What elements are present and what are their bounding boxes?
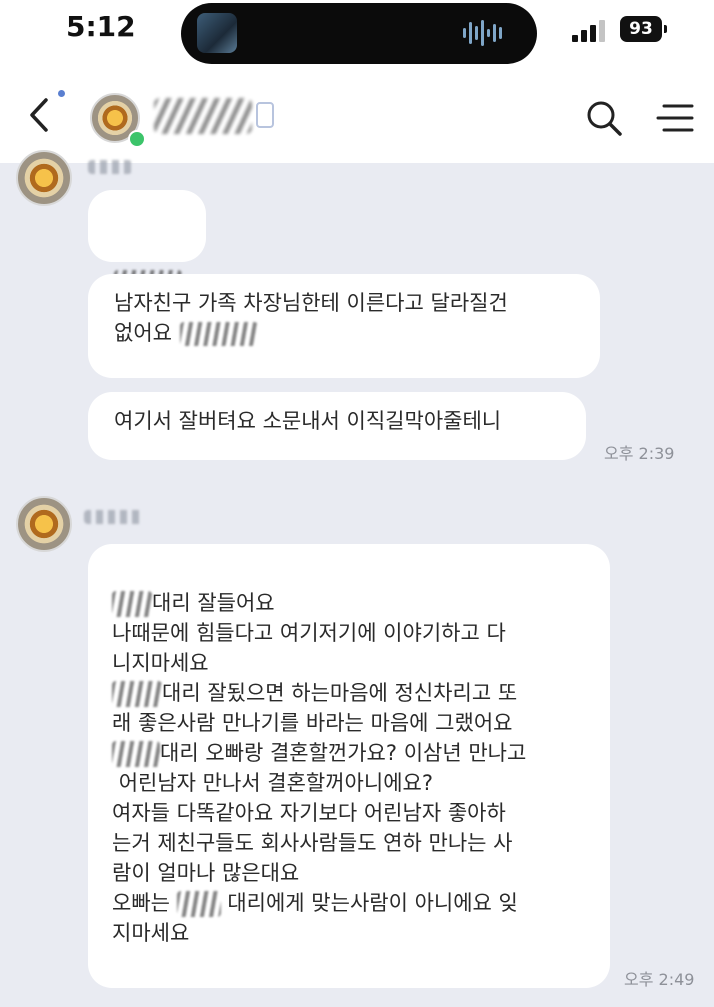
message-line: 오빠는 [112, 891, 170, 915]
menu-icon [656, 104, 694, 132]
message-bubble[interactable]: 남자친구 가족 차장님한테 이른다고 달라질건 없어요 [88, 274, 600, 378]
message-text: 여기서 잘버텨요 소문내서 이직길막아줄테니 [114, 409, 502, 433]
signal-icon [572, 20, 608, 42]
redacted-contact-name [154, 98, 252, 134]
message-line: 대리 잘됬으면 하는마음에 정신차리고 또 래 좋은사람 만나기를 바라는 마음… [112, 681, 518, 735]
chat-header [0, 68, 714, 163]
redacted-sender-name [84, 510, 144, 524]
message-bubble[interactable]: 대리 잘들어요 나때문에 힘들다고 여기저기에 이야기하고 다 니지마세요 대리… [88, 544, 610, 988]
redacted-text [112, 591, 152, 617]
status-bar: 5:12 93 [0, 0, 714, 68]
back-button[interactable] [20, 90, 60, 140]
dynamic-island[interactable] [181, 3, 537, 64]
device-icon [256, 102, 274, 128]
sender-avatar[interactable] [16, 150, 72, 206]
search-icon [587, 101, 622, 136]
menu-button[interactable] [656, 98, 694, 138]
redacted-text [179, 322, 258, 346]
message-line: 대리에게 맞는사람이 아니에요 잊 지마세요 [112, 891, 518, 945]
notification-dot [58, 90, 65, 97]
search-button[interactable] [584, 98, 624, 138]
now-playing-thumbnail [197, 13, 237, 53]
chevron-left-icon [30, 98, 48, 132]
redacted-text [112, 741, 160, 767]
message-bubble[interactable]: 여기서 잘버텨요 소문내서 이직길막아줄테니 [88, 392, 586, 460]
message-timestamp: 오후 2:49 [624, 970, 695, 989]
message-timestamp: 오후 2:39 [604, 444, 675, 463]
battery-indicator: 93 [620, 16, 667, 42]
audio-wave-icon [463, 19, 513, 47]
message-text: 남자친구 가족 차장님한테 이른다고 달라질건 없어요 [114, 291, 508, 345]
status-time: 5:12 [66, 10, 136, 43]
message-bubble-redacted[interactable] [88, 190, 206, 302]
online-status-indicator [128, 130, 146, 148]
redacted-sender-name [88, 160, 132, 174]
redacted-text [176, 891, 221, 917]
message-line: 대리 오빠랑 결혼할껀가요? 이삼년 만나고 어린남자 만나서 결혼할꺼아니에요… [118, 741, 527, 795]
message-line: 대리 잘들어요 [152, 591, 275, 615]
redacted-text [112, 681, 162, 707]
message-line: 나때문에 힘들다고 여기저기에 이야기하고 다 니지마세요 [112, 621, 506, 675]
sender-avatar[interactable] [16, 496, 72, 552]
message-line: 여자들 다똑같아요 자기보다 어린남자 좋아하 는거 제친구들도 회사사람들도 … [112, 801, 513, 885]
